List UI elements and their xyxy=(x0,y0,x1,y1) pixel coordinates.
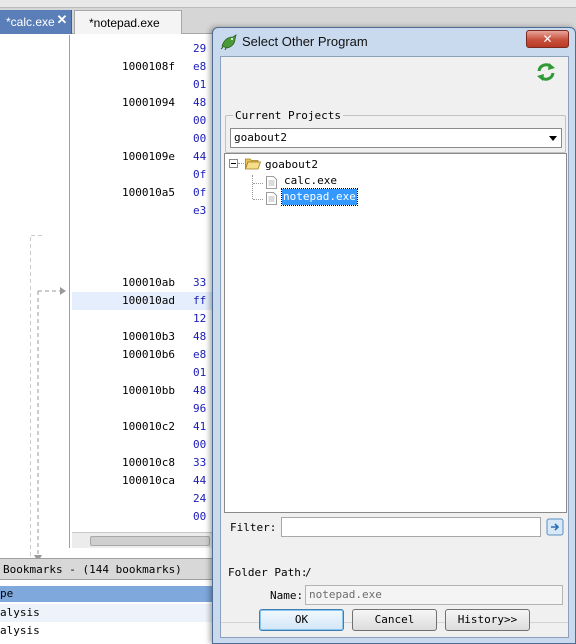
select-other-program-dialog: Select Other Program ✕ Current Projects … xyxy=(212,27,576,644)
byte-value: 00 xyxy=(193,132,207,145)
address: 100010c2 xyxy=(122,420,175,433)
flow-arrow-icon xyxy=(30,235,66,562)
selected-project: goabout2 xyxy=(234,131,287,144)
cancel-button[interactable]: Cancel xyxy=(352,609,437,631)
byte-value: 0f xyxy=(193,186,207,199)
tab-calc[interactable]: *calc.exe ✕ xyxy=(0,10,72,34)
byte-value: 33 xyxy=(193,456,207,469)
tree-item-calc[interactable]: calc.exe xyxy=(283,173,338,189)
tree-item-notepad[interactable]: notepad.exe xyxy=(281,188,358,206)
dialog-title: Select Other Program xyxy=(242,34,368,49)
byte-value: 29 xyxy=(193,42,207,55)
project-tree[interactable]: goabout2 calc.exe notepad.exe xyxy=(224,153,567,513)
byte-value: e8 xyxy=(193,348,207,361)
byte-value: 48 xyxy=(193,96,207,109)
address: 100010ad xyxy=(122,294,175,307)
byte-value: 96 xyxy=(193,402,207,415)
byte-value: e8 xyxy=(193,60,207,73)
ok-button[interactable]: OK xyxy=(259,609,344,631)
address: 100010b6 xyxy=(122,348,175,361)
address: 100010a5 xyxy=(122,186,175,199)
dialog-body: Current Projects goabout2 goabout2 calc.… xyxy=(220,56,569,638)
folder-path-value: / xyxy=(305,566,312,579)
history-button[interactable]: History>> xyxy=(445,609,530,631)
tab-label: *calc.exe xyxy=(6,15,55,29)
current-projects-group: Current Projects goabout2 xyxy=(225,109,566,153)
byte-value: ff xyxy=(193,294,207,307)
byte-value: 01 xyxy=(193,78,207,91)
filter-label: Filter: xyxy=(230,521,277,534)
tab-notepad[interactable]: *notepad.exe xyxy=(74,10,182,34)
clear-filter-icon[interactable] xyxy=(546,518,564,536)
dialog-title-bar[interactable]: Select Other Program ✕ xyxy=(213,28,575,56)
byte-value: 48 xyxy=(193,330,207,343)
address: 100010b3 xyxy=(122,330,175,343)
tree-root-label[interactable]: goabout2 xyxy=(265,157,318,173)
address: 1000109e xyxy=(122,150,175,163)
byte-value: 00 xyxy=(193,438,207,451)
chevron-down-icon[interactable] xyxy=(549,136,557,141)
name-label: Name: xyxy=(270,589,304,602)
refresh-icon[interactable] xyxy=(535,61,557,83)
tree-connector xyxy=(253,183,263,184)
tab-label: *notepad.exe xyxy=(89,16,160,30)
address: 1000108f xyxy=(122,60,175,73)
tree-connector xyxy=(252,175,253,199)
byte-value: 24 xyxy=(193,492,207,505)
flow-arrow-panel xyxy=(0,35,70,562)
close-tab-icon[interactable]: ✕ xyxy=(56,13,68,27)
byte-value: 00 xyxy=(193,510,207,523)
window-top-strip xyxy=(0,0,576,8)
address: 100010ca xyxy=(122,474,175,487)
project-select[interactable]: goabout2 xyxy=(230,128,562,148)
filter-input[interactable] xyxy=(281,517,541,537)
address: 100010bb xyxy=(122,384,175,397)
tree-connector xyxy=(253,199,263,200)
address: 100010c8 xyxy=(122,456,175,469)
byte-value: 0f xyxy=(193,168,207,181)
folder-path-label: Folder Path: xyxy=(228,566,308,579)
byte-value: 44 xyxy=(193,150,207,163)
address: 10001094 xyxy=(122,96,175,109)
collapse-icon[interactable] xyxy=(229,159,238,168)
dragon-app-icon xyxy=(220,34,237,50)
close-button[interactable]: ✕ xyxy=(526,30,569,48)
name-field: notepad.exe xyxy=(305,585,563,605)
byte-value: e3 xyxy=(193,204,207,217)
byte-value: 01 xyxy=(193,366,207,379)
file-icon xyxy=(266,176,277,189)
address: 100010ab xyxy=(122,276,175,289)
scrollbar-thumb[interactable] xyxy=(90,536,210,546)
open-folder-icon xyxy=(245,158,261,170)
byte-value: 12 xyxy=(193,312,207,325)
current-projects-label: Current Projects xyxy=(233,109,343,122)
tree-connector xyxy=(238,163,244,164)
byte-value: 33 xyxy=(193,276,207,289)
file-icon xyxy=(266,192,277,205)
byte-value: 48 xyxy=(193,384,207,397)
byte-value: 44 xyxy=(193,474,207,487)
byte-value: 00 xyxy=(193,114,207,127)
byte-value: 41 xyxy=(193,420,207,433)
